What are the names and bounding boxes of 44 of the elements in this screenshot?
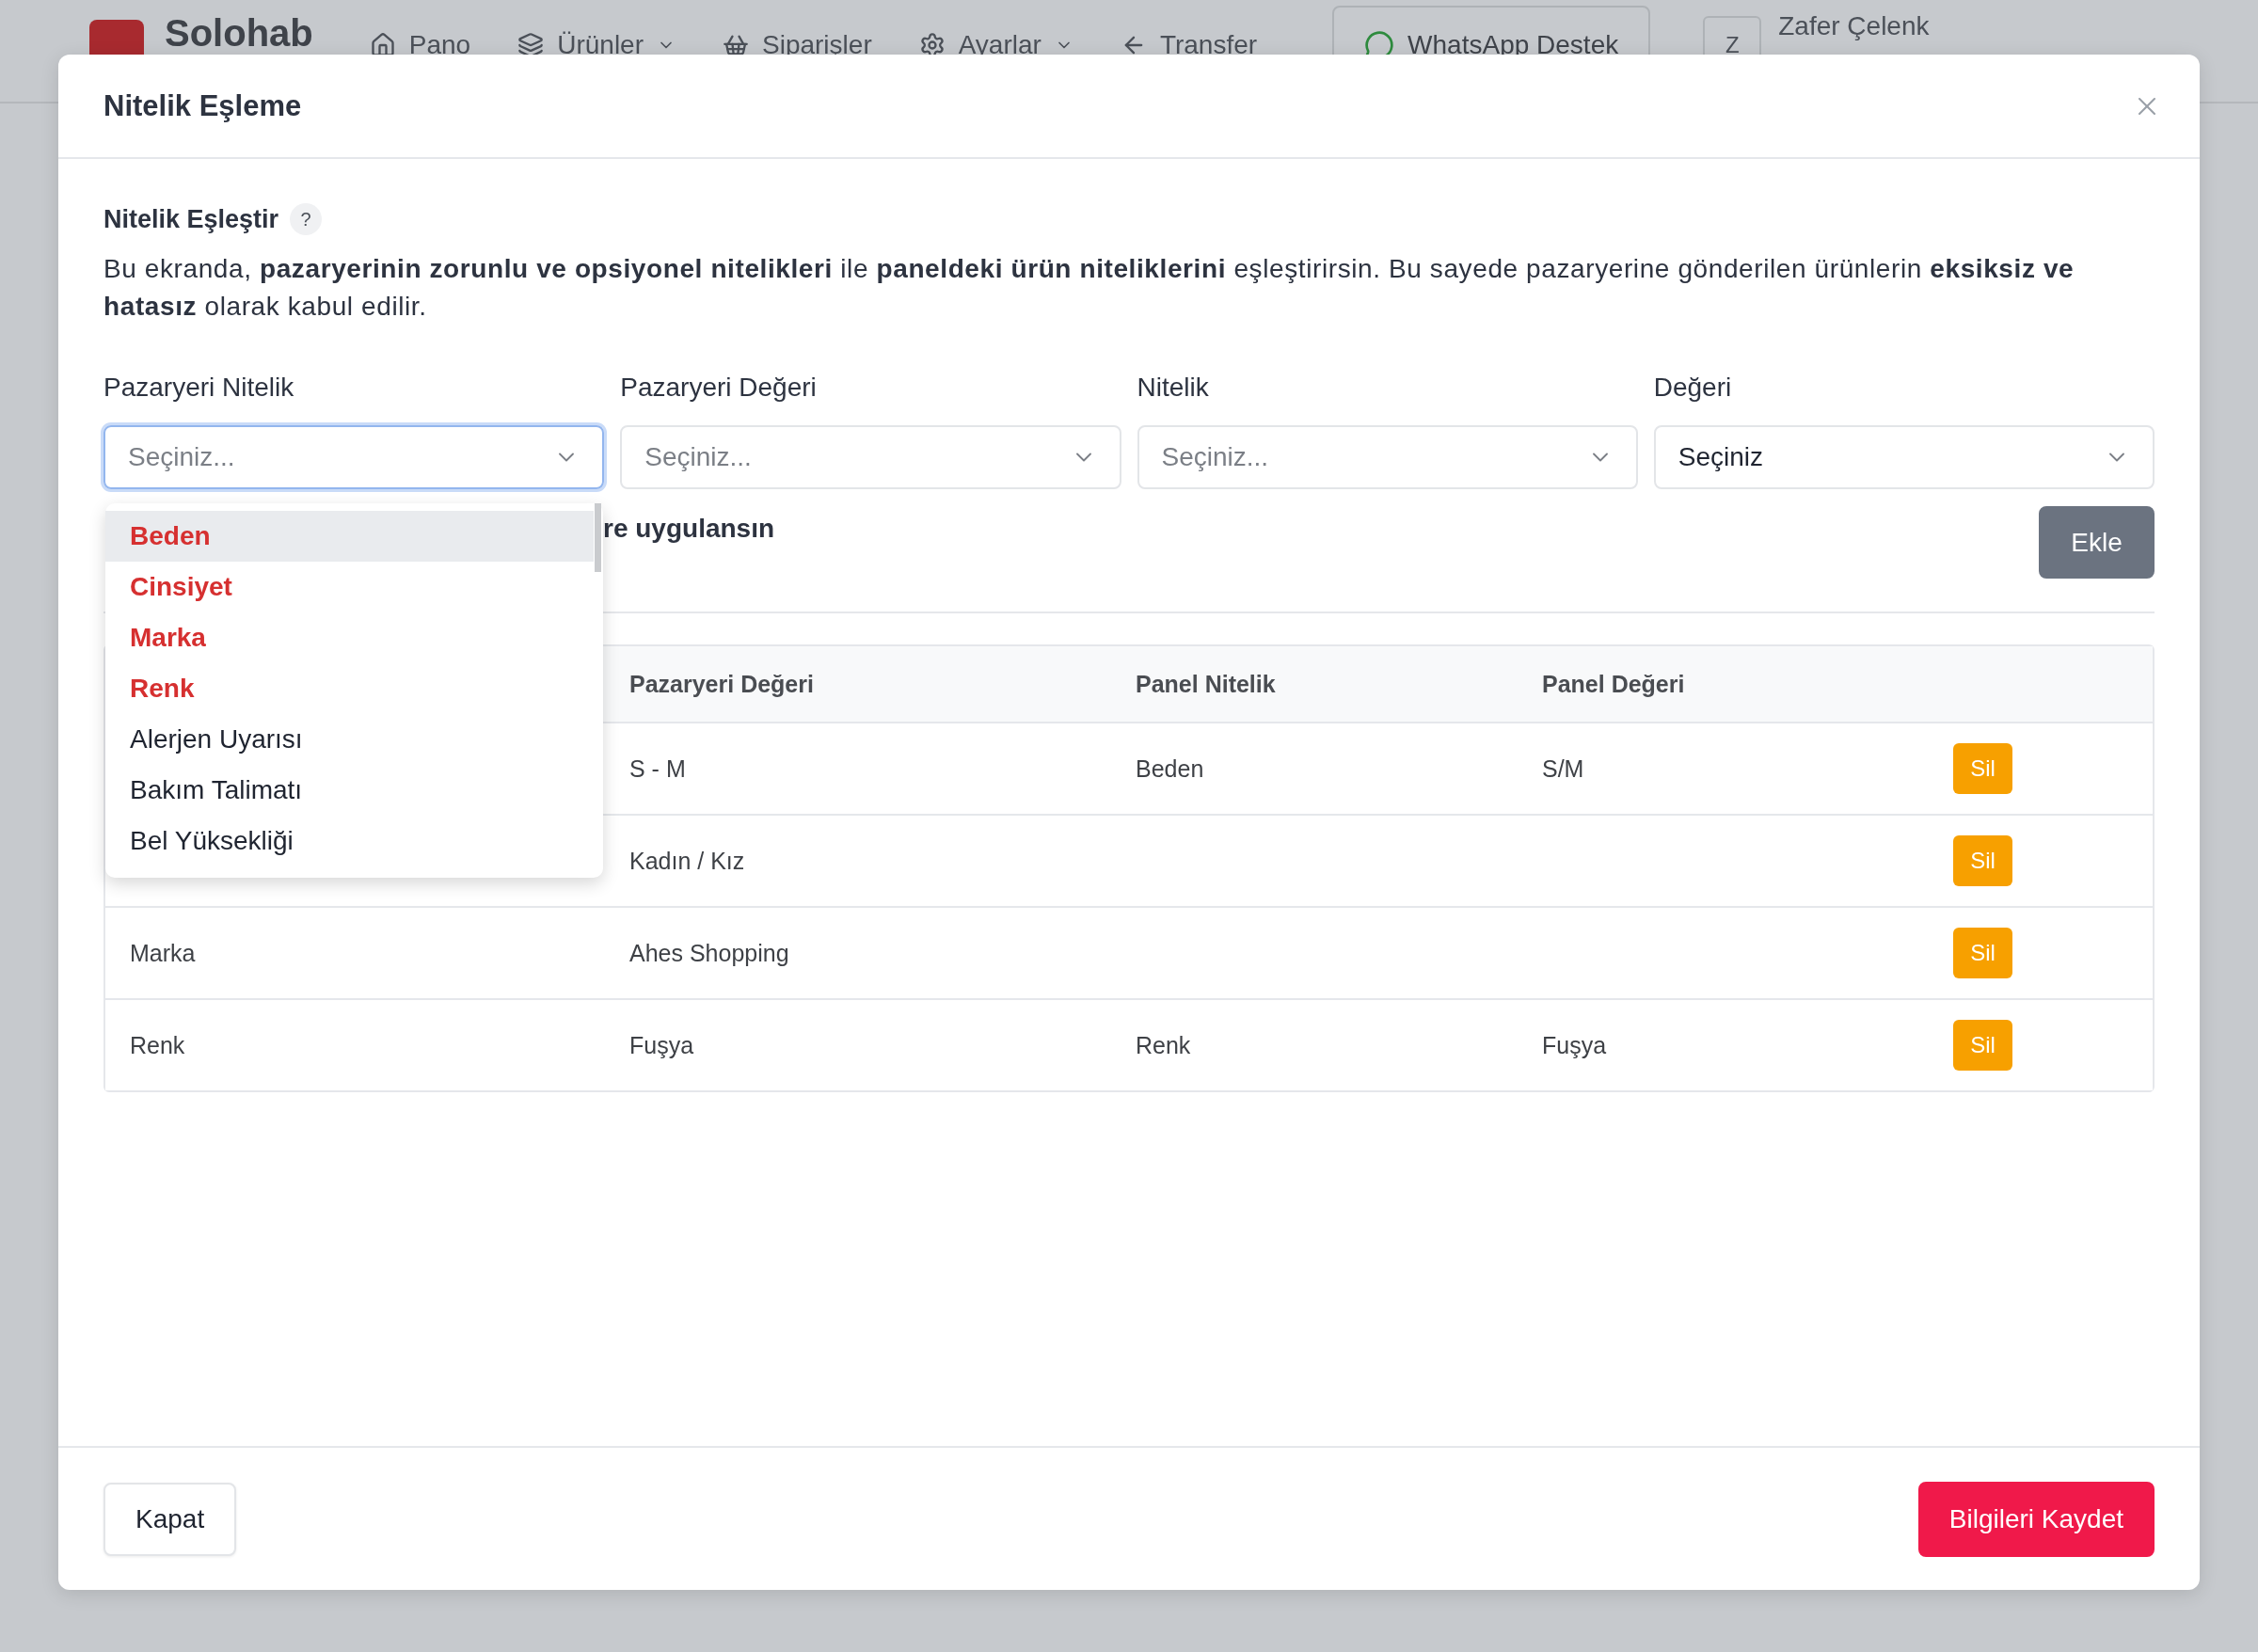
select-field[interactable]: Seçiniz... [1137, 425, 1638, 489]
table-cell-text: Kadın / Kız [628, 847, 746, 875]
column-header: Panel Nitelik [1135, 670, 1277, 698]
column-header: Pazaryeri Değeri [628, 670, 815, 698]
table-cell-text: Ahes Shopping [628, 939, 790, 967]
scrollbar-thumb[interactable] [595, 503, 601, 572]
dropdown-option[interactable]: Bakım Talimatı [105, 765, 594, 816]
field-label: Pazaryeri Değeri [620, 372, 818, 404]
nav-item[interactable]: Ayarlar [918, 30, 1073, 60]
dropdown-option[interactable]: Cinsiyet [105, 562, 594, 612]
nav-item[interactable]: Transfer [1120, 30, 1258, 60]
table-cell-text: Fuşya [628, 1031, 695, 1059]
table-cell-text: Beden [1135, 755, 1205, 783]
user-name: Zafer Çelenk [1778, 11, 1930, 41]
nav-item[interactable]: Pano [369, 30, 471, 60]
dropdown-option[interactable]: Marka [105, 612, 594, 663]
modal-title: Nitelik Eşleme [103, 88, 302, 123]
save-button[interactable]: Bilgileri Kaydet [1917, 1481, 2155, 1557]
table-cell-text: S/M [1541, 755, 1585, 783]
dropdown-option[interactable]: Beden [105, 511, 594, 562]
table-cell-text: Renk [1135, 1031, 1192, 1059]
dropdown-option[interactable]: Renk [105, 663, 594, 714]
field-label: Değeri [1653, 372, 1733, 404]
apply-checkbox-label: re uygulansın [603, 514, 775, 544]
table-cell-text: Fuşya [1541, 1031, 1608, 1059]
select-field[interactable]: Seçiniz [1653, 425, 2155, 489]
dropdown-option[interactable]: Alerjen Uyarısı [105, 714, 594, 765]
nav-item[interactable]: Ürünler [517, 30, 676, 60]
nav-item[interactable]: Siparişler [723, 30, 872, 60]
add-button[interactable]: Ekle [2039, 506, 2155, 579]
help-icon[interactable]: ? [290, 203, 323, 235]
field-label: Pazaryeri Nitelik [103, 372, 295, 404]
select-field[interactable]: Seçiniz... [103, 425, 605, 489]
description-text: Bu ekranda, pazaryerinin zorunlu ve opsiyonel nitelikleri ile paneldeki ürün niteliklerini eşleştirirsin. Bu sayede pazaryerine gönderilen ürünlerin eksiksiz ve hatasız olarak kabul edilir. [103, 253, 2075, 323]
dropdown-option[interactable]: Bel Yüksekliği [105, 816, 594, 866]
table-cell-text: S - M [628, 755, 687, 783]
brand-name: Solohab [165, 12, 313, 54]
table-cell-text: Renk [129, 1031, 186, 1059]
section-title: Nitelik Eşleştir [103, 204, 279, 234]
column-header: Panel Değeri [1541, 670, 1686, 698]
close-button[interactable]: Kapat [103, 1482, 237, 1556]
field-label: Nitelik [1137, 372, 1210, 404]
select-field[interactable]: Seçiniz... [620, 425, 1121, 489]
table-cell-text: Marka [129, 939, 197, 967]
